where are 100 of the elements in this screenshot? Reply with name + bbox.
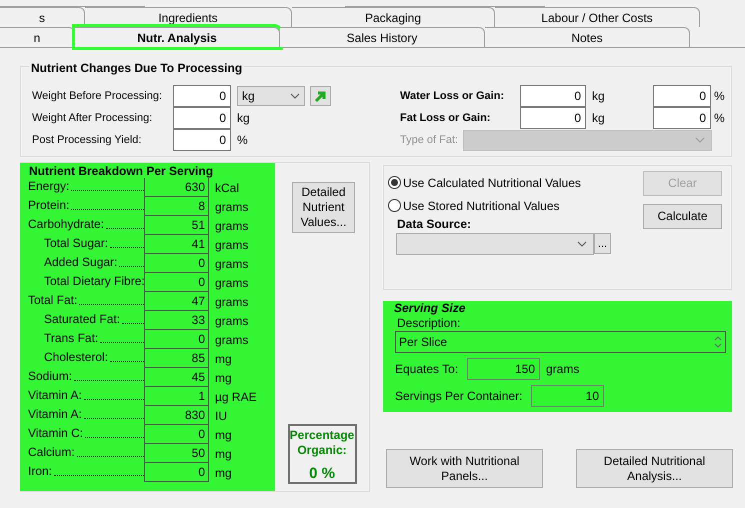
unit-label: kCal — [215, 180, 240, 196]
tab[interactable]: Sales History — [280, 27, 485, 47]
nutrient-value: 45 — [144, 368, 209, 387]
nutrient-label: Vitamin A: — [28, 387, 82, 404]
nutrient-label: Saturated Fat: — [44, 311, 120, 328]
nutrient-label: Total Sugar: — [44, 235, 108, 252]
nutrient-label: Carbohydrate: — [28, 216, 104, 233]
tab[interactable]: Notes — [485, 27, 690, 47]
browse-button[interactable]: ... — [594, 233, 611, 254]
unit-label: mg — [215, 350, 232, 368]
input-field[interactable]: 10 — [531, 385, 604, 407]
nutrient-value: 630 — [144, 178, 209, 197]
input-field[interactable]: 0 — [173, 107, 231, 129]
radio-label[interactable]: Use Calculated Nutritional Values — [403, 174, 581, 192]
unit-dropdown[interactable]: kg — [237, 86, 305, 106]
input-field[interactable]: 0 — [520, 85, 586, 107]
unit-label: % — [714, 88, 725, 105]
nutrient-value: 85 — [144, 349, 209, 368]
radio-label[interactable]: Use Stored Nutritional Values — [403, 196, 560, 214]
button[interactable]: Detailed Nutrient Values... — [292, 182, 355, 233]
input-field[interactable]: 0 — [173, 85, 231, 107]
field-label: Description: — [397, 315, 462, 331]
tab[interactable]: Packaging — [292, 7, 495, 27]
tab[interactable]: n — [0, 27, 75, 47]
field-label: Weight After Processing: — [32, 110, 154, 126]
nutrient-value: 1 — [144, 387, 209, 406]
chevron-down-icon — [290, 93, 300, 99]
nutrient-value: 8 — [144, 197, 209, 216]
nutrient-value: 0 — [144, 273, 209, 292]
nutrient-value: 0 — [144, 425, 209, 444]
field-label: Post Processing Yield: — [32, 132, 142, 148]
button[interactable]: Detailed Nutritional Analysis... — [576, 449, 733, 488]
arrow-button[interactable] — [310, 86, 331, 106]
nutrient-value: 50 — [144, 444, 209, 463]
nutrient-label: Protein: — [28, 197, 70, 214]
arrow-icon — [314, 90, 327, 102]
nutrient-value: 41 — [144, 235, 209, 254]
unit-label: grams — [215, 312, 248, 330]
unit-label: mg — [215, 446, 232, 462]
button[interactable]: Work with Nutritional Panels... — [386, 449, 543, 488]
nutrient-value: 0 — [144, 254, 209, 273]
unit-label: IU — [215, 408, 227, 424]
unit-label: grams — [215, 218, 248, 234]
field-label: Water Loss or Gain: — [400, 88, 506, 104]
nutrient-value: 47 — [144, 292, 209, 311]
chevron-down-icon — [577, 241, 587, 247]
tab[interactable]: Nutr. Analysis — [75, 27, 280, 47]
field-label: Equates To: — [395, 361, 460, 378]
nutrient-label: Added Sugar: — [44, 254, 118, 271]
tab[interactable]: Labour / Other Costs — [495, 7, 700, 27]
unit-label: kg — [237, 110, 250, 127]
spinner-icon — [714, 334, 722, 350]
input-field[interactable]: 0 — [653, 85, 711, 107]
unit-label: grams — [215, 236, 248, 254]
unit-label: kg — [592, 88, 606, 105]
button[interactable]: Calculate — [643, 204, 722, 229]
unit-label: mg — [215, 426, 232, 444]
nutrient-label: Trans Fat: — [44, 330, 98, 347]
data-source-dropdown[interactable] — [396, 233, 594, 255]
unit-label: µg RAE — [215, 388, 257, 406]
nutrient-label: Sodium: — [28, 368, 72, 385]
input-field[interactable]: 150 — [467, 358, 540, 380]
field-label: Fat Loss or Gain: — [400, 110, 492, 126]
nutrient-value: 0 — [144, 330, 209, 349]
unit-label: grams — [546, 361, 580, 378]
nutrient-label: Calcium: — [28, 444, 75, 461]
nutrient-value: 33 — [144, 311, 209, 330]
nutrient-label: Energy: — [28, 178, 70, 195]
nutrient-value: 830 — [144, 406, 209, 425]
unit-label: grams — [215, 256, 248, 272]
radio-button[interactable] — [388, 199, 401, 212]
nutrient-value: 0 — [144, 463, 209, 482]
organic-value: 0 % — [309, 464, 335, 484]
field-label: Data Source: — [396, 217, 472, 231]
nutrient-label: Vitamin C: — [28, 425, 84, 442]
input-field[interactable]: 0 — [173, 129, 231, 151]
unit-label: mg — [215, 370, 232, 386]
field-label: Type of Fat: — [400, 132, 460, 148]
nutrient-label: Vitamin A: — [28, 406, 82, 423]
nutrient-label: Cholesterol: — [44, 349, 108, 366]
radio-button[interactable] — [388, 176, 401, 189]
input-field[interactable]: 0 — [520, 107, 586, 129]
group-title: Nutrient Breakdown Per Serving — [28, 164, 214, 178]
description-field[interactable]: Per Slice — [395, 331, 726, 353]
group-title: Serving Size — [394, 301, 466, 315]
unit-label: grams — [215, 294, 248, 310]
field-label: Weight Before Processing: — [32, 88, 164, 104]
field-label: Servings Per Container: — [395, 388, 524, 405]
nutrient-label: Total Dietary Fibre: — [44, 273, 145, 290]
input-field[interactable]: 0 — [653, 107, 711, 129]
chevron-down-icon — [695, 137, 705, 143]
nutrient-label: Iron: — [28, 463, 52, 480]
organic-label: Percentage Organic: — [290, 428, 354, 458]
nutrient-value: 51 — [144, 216, 209, 235]
unit-label: mg — [215, 464, 232, 482]
tab[interactable]: s — [0, 7, 85, 27]
unit-label: grams — [215, 198, 248, 216]
unit-label: % — [237, 132, 248, 149]
unit-label: kg — [592, 110, 606, 127]
unit-label: % — [714, 110, 725, 127]
